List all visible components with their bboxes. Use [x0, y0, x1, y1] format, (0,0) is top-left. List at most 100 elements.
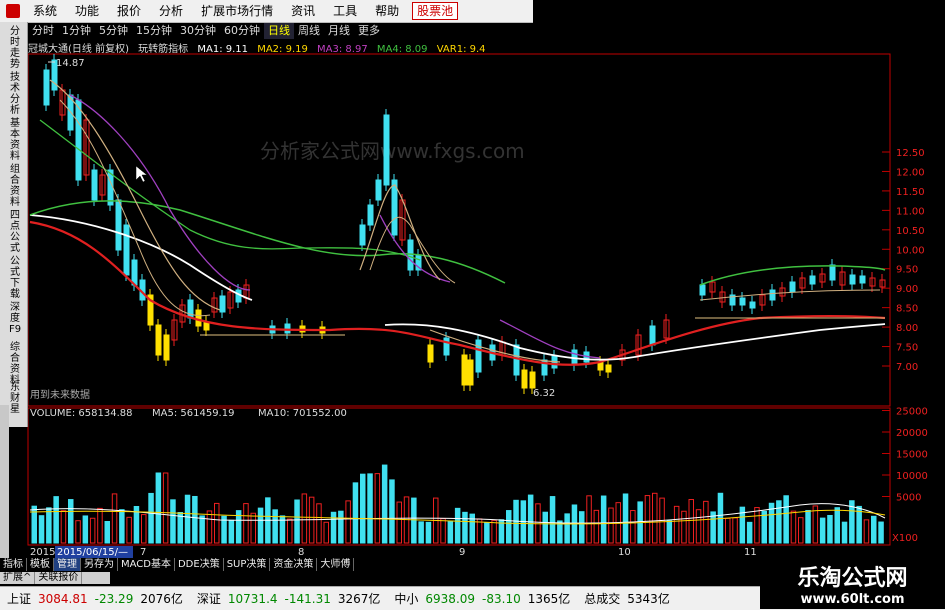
volume-bar: [104, 520, 110, 544]
volume-bar: [97, 507, 103, 544]
menu-function[interactable]: 功能: [66, 0, 108, 22]
volume-bar: [827, 514, 833, 544]
indicator-name[interactable]: 玩转筋指标: [138, 44, 188, 55]
side-tab-f9[interactable]: 深度F9: [8, 302, 22, 335]
volume-bar: [454, 507, 461, 544]
period-timeshare[interactable]: 分时: [28, 23, 58, 39]
volume-bar: [352, 482, 359, 544]
menu-quote[interactable]: 报价: [108, 0, 150, 22]
tab-dde[interactable]: DDE决策: [175, 558, 224, 571]
volume-bar: [425, 521, 432, 544]
side-tab-timeshare[interactable]: 分时走势: [8, 26, 22, 70]
ma1-value: MA1: 9.11: [197, 44, 249, 55]
period-60min[interactable]: 60分钟: [220, 23, 264, 39]
side-tab-formula[interactable]: 四点公式: [8, 210, 22, 254]
candlesticks: [43, 54, 886, 394]
tab-capital[interactable]: 资金决策: [270, 558, 318, 571]
tab-template[interactable]: 模板: [27, 558, 54, 571]
price-tick-label: 8.50: [896, 304, 918, 315]
side-tab-composite[interactable]: 综合资料: [8, 342, 22, 386]
menu-extended-market[interactable]: 扩展市场行情: [192, 0, 282, 22]
side-tab-technical[interactable]: 技术分析: [8, 72, 22, 116]
menu-news[interactable]: 资讯: [282, 0, 324, 22]
stock-name: 冠城大通(日线 前复权): [28, 44, 129, 55]
indicator-title-bar: 冠城大通(日线 前复权) 玩转筋指标 MA1: 9.11 MA2: 9.19 M…: [28, 40, 492, 55]
app-logo-icon: [6, 4, 20, 18]
menu-analysis[interactable]: 分析: [150, 0, 192, 22]
volume-bar: [586, 495, 592, 544]
volume-tick-label: 5000: [896, 493, 921, 504]
period-30min[interactable]: 30分钟: [176, 23, 220, 39]
period-more[interactable]: 更多: [354, 23, 384, 39]
volume-bar: [89, 517, 96, 544]
logo-cn: 乐淘公式网: [797, 566, 908, 591]
candle-body: [529, 371, 536, 389]
period-15min[interactable]: 15分钟: [132, 23, 176, 39]
sme-value: 6938.09: [425, 591, 476, 606]
volume-ma5: MA5: 561459.19: [152, 408, 234, 419]
volume-bar: [228, 519, 235, 544]
price-tick-label: 9.00: [896, 284, 918, 295]
expand-bar: 扩展^ 关联报价: [0, 572, 110, 584]
candle-body: [829, 264, 836, 281]
volume-bar: [206, 510, 213, 544]
ma2-value: MA2: 9.19: [257, 44, 308, 55]
volume-bar: [411, 497, 417, 544]
future-data-label: 用到未来数据: [30, 388, 90, 401]
tab-save-as[interactable]: 另存为: [81, 558, 118, 571]
volume-bar: [484, 522, 490, 544]
date-label: 11: [744, 547, 757, 558]
menu-help[interactable]: 帮助: [366, 0, 408, 22]
candle-body: [155, 324, 162, 356]
menu-tools[interactable]: 工具: [324, 0, 366, 22]
tab-sup[interactable]: SUP决策: [224, 558, 271, 571]
site-logo: 乐淘公式网 www.60lt.com: [760, 556, 945, 609]
volume-unit: X100: [892, 533, 918, 544]
volume-bar: [725, 517, 731, 544]
volume-bar: [148, 492, 154, 544]
volume-bar: [462, 511, 468, 544]
candle-body: [195, 309, 202, 327]
volume-bar: [111, 493, 118, 544]
candle-body: [521, 369, 528, 389]
candle-body: [43, 69, 50, 106]
volume-bar: [506, 510, 512, 544]
period-weekly[interactable]: 周线: [294, 23, 324, 39]
logo-url: www.60lt.com: [800, 592, 905, 607]
kline-chart[interactable]: 12.50 12.00 11.50 11.00 10.50 10.00 9.50 9.00 8.…: [0, 0, 945, 609]
menu-system[interactable]: 系统: [24, 0, 66, 22]
candle-body: [427, 344, 434, 363]
related-quote-button[interactable]: 关联报价: [35, 572, 83, 584]
side-tab-download[interactable]: 公式下载: [8, 256, 22, 300]
tab-indicator[interactable]: 指标: [0, 558, 27, 571]
side-tab-portfolio[interactable]: 组合资料: [8, 164, 22, 208]
volume-bar: [257, 507, 264, 544]
candle-body: [769, 289, 776, 301]
side-tab-eastmoney[interactable]: 东财星: [8, 382, 22, 415]
volume-bar: [170, 499, 176, 544]
volume-bar: [46, 507, 52, 544]
volume-bar: [732, 517, 738, 544]
tab-manage[interactable]: 管理: [54, 558, 81, 571]
candle-body: [163, 334, 170, 361]
expand-button[interactable]: 扩展^: [0, 572, 36, 584]
period-1min[interactable]: 1分钟: [58, 23, 95, 39]
menu-stock-pool[interactable]: 股票池: [412, 2, 459, 20]
candle-body: [383, 114, 390, 186]
volume-bar: [819, 517, 826, 544]
volume-bar: [53, 496, 59, 544]
tab-macd[interactable]: MACD基本: [118, 558, 175, 571]
volume-bar: [630, 510, 636, 544]
tab-master[interactable]: 大师傅: [317, 558, 355, 571]
side-tab-basic[interactable]: 基本资料: [8, 118, 22, 162]
volume-bar: [746, 521, 753, 544]
date-label: 2015: [30, 547, 55, 558]
period-monthly[interactable]: 月线: [324, 23, 354, 39]
sh-label: 上证: [7, 592, 32, 606]
volume-bar: [192, 495, 198, 544]
sme-amount: 1365亿: [527, 592, 571, 606]
volume-bar: [863, 519, 870, 544]
volume-bar: [272, 509, 278, 544]
period-5min[interactable]: 5分钟: [95, 23, 132, 39]
period-daily[interactable]: 日线: [264, 23, 294, 39]
